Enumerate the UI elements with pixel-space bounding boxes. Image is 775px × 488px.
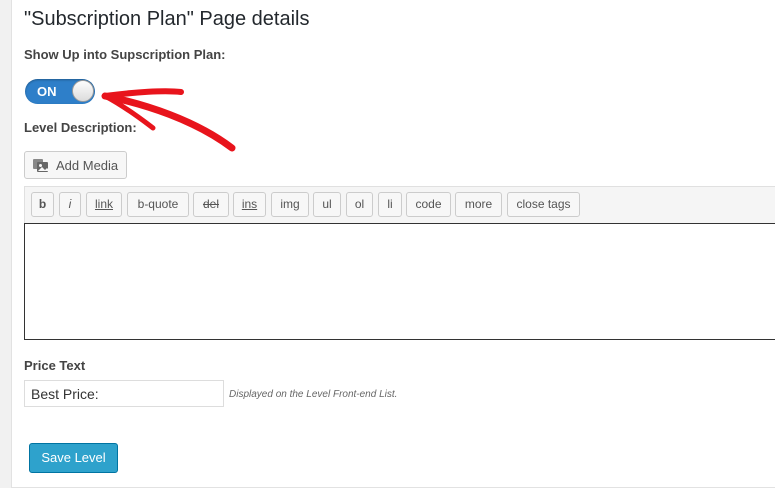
quicktags-toolbar: b i link b-quote del ins img ul ol li co… <box>24 186 775 223</box>
level-description-label: Level Description: <box>24 120 137 135</box>
toggle-knob[interactable] <box>72 80 94 102</box>
qt-bquote-button[interactable]: b-quote <box>127 192 189 217</box>
add-media-label: Add Media <box>56 158 119 173</box>
qt-ol-button[interactable]: ol <box>346 192 373 217</box>
price-text-hint: Displayed on the Level Front-end List. <box>229 389 398 400</box>
media-icon <box>33 159 48 172</box>
page-title: "Subscription Plan" Page details <box>24 8 310 30</box>
save-level-button[interactable]: Save Level <box>29 443 118 473</box>
qt-italic-button[interactable]: i <box>59 192 81 217</box>
qt-ul-button[interactable]: ul <box>313 192 341 217</box>
qt-ins-button[interactable]: ins <box>233 192 266 217</box>
show-up-toggle[interactable]: ON <box>25 79 95 104</box>
qt-code-button[interactable]: code <box>406 192 451 217</box>
qt-link-button[interactable]: link <box>86 192 122 217</box>
price-text-input[interactable]: Best Price: <box>24 380 224 407</box>
qt-del-button[interactable]: del <box>193 192 229 217</box>
qt-more-button[interactable]: more <box>455 192 502 217</box>
red-arrow-icon <box>101 88 236 152</box>
level-description-editor[interactable] <box>24 223 775 340</box>
price-text-label: Price Text <box>24 358 86 373</box>
qt-img-button[interactable]: img <box>271 192 309 217</box>
qt-bold-button[interactable]: b <box>31 192 54 217</box>
add-media-button[interactable]: Add Media <box>24 151 127 179</box>
qt-close-tags-button[interactable]: close tags <box>507 192 580 217</box>
qt-li-button[interactable]: li <box>378 192 402 217</box>
toggle-state-text: ON <box>37 84 57 99</box>
show-up-label: Show Up into Supscription Plan: <box>24 47 226 62</box>
